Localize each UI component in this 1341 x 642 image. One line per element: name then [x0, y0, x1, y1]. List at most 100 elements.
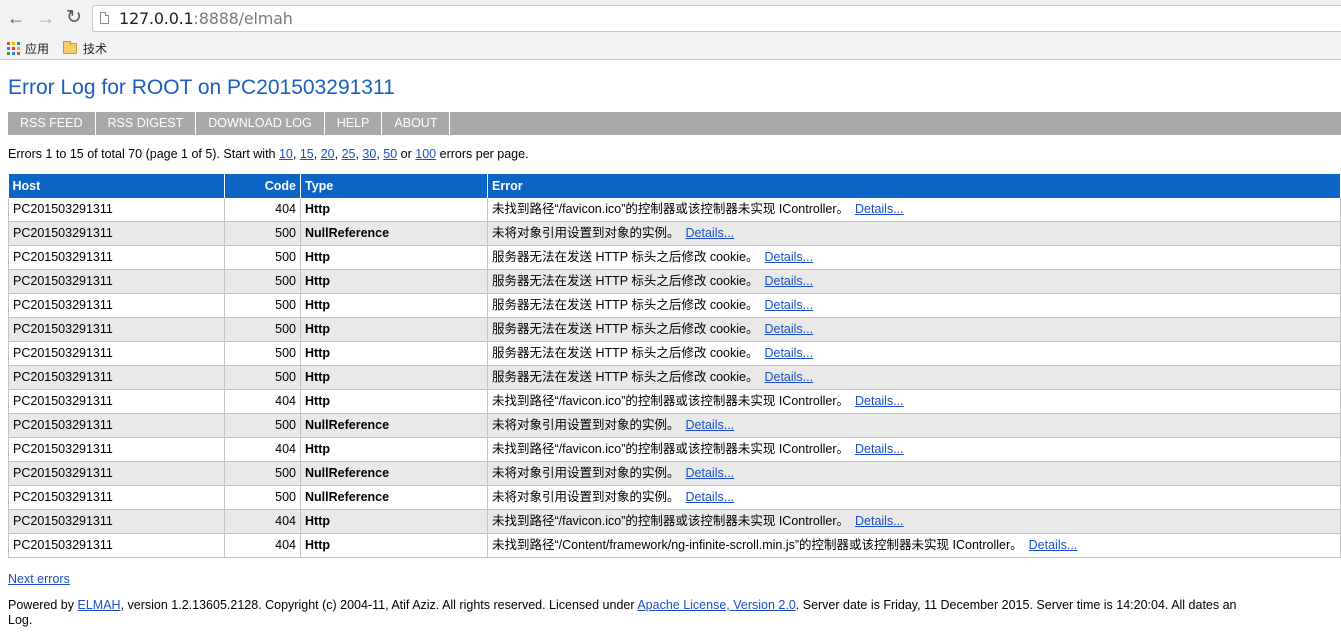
- cell-code: 500: [224, 293, 301, 318]
- error-message: 服务器无法在发送 HTTP 标头之后修改 cookie。: [492, 250, 759, 264]
- cell-error: 未找到路径“/favicon.ico”的控制器或该控制器未实现 IControl…: [487, 198, 1341, 222]
- cell-host: PC201503291311: [8, 341, 225, 366]
- footer-version-text: , version 1.2.13605.2128. Copyright (c) …: [120, 598, 635, 612]
- cell-host: PC201503291311: [8, 365, 225, 390]
- cell-code: 404: [224, 533, 301, 558]
- page-size-20-link[interactable]: 20: [321, 147, 335, 161]
- back-arrow-icon[interactable]: ←: [6, 8, 26, 28]
- cell-error: 未将对象引用设置到对象的实例。 Details...: [487, 413, 1341, 438]
- cell-code: 500: [224, 317, 301, 342]
- cell-error: 服务器无法在发送 HTTP 标头之后修改 cookie。 Details...: [487, 365, 1341, 390]
- details-link[interactable]: Details...: [855, 394, 904, 408]
- help-link[interactable]: HELP: [325, 112, 383, 135]
- cell-type: Http: [300, 341, 488, 366]
- cell-type: Http: [300, 509, 488, 534]
- folder-icon: [63, 40, 77, 54]
- table-row: PC201503291311 500 NullReference 未将对象引用设置到对…: [8, 485, 1341, 510]
- footer: Powered by ELMAH, version 1.2.13605.2128…: [8, 598, 1341, 628]
- error-message: 未找到路径“/favicon.ico”的控制器或该控制器未实现 IControl…: [492, 394, 849, 408]
- license-link[interactable]: Apache License, Version 2.0: [637, 598, 795, 612]
- header-code: Code: [224, 174, 301, 198]
- summary-prefix: Errors 1 to 15 of total 70 (page 1 of 5)…: [8, 147, 276, 161]
- details-link[interactable]: Details...: [1029, 538, 1078, 552]
- error-message: 未找到路径“/favicon.ico”的控制器或该控制器未实现 IControl…: [492, 514, 849, 528]
- table-row: PC201503291311 404 Http 未找到路径“/Content/fram…: [8, 533, 1341, 558]
- bookmark-folder-tech[interactable]: 技术: [63, 39, 107, 57]
- details-link[interactable]: Details...: [764, 322, 813, 336]
- url-text[interactable]: 127.0.0.1:8888/elmah: [119, 10, 293, 28]
- cell-code: 404: [224, 509, 301, 534]
- cell-host: PC201503291311: [8, 221, 225, 246]
- details-link[interactable]: Details...: [764, 298, 813, 312]
- page-size-100-link[interactable]: 100: [415, 147, 436, 161]
- cell-code: 404: [224, 389, 301, 414]
- details-link[interactable]: Details...: [686, 226, 735, 240]
- forward-arrow-icon[interactable]: →: [36, 8, 56, 28]
- footer-powered-by: Powered by: [8, 598, 75, 612]
- error-message: 未将对象引用设置到对象的实例。: [492, 418, 680, 432]
- table-row: PC201503291311 500 Http 服务器无法在发送 HTTP 标头之后修…: [8, 245, 1341, 270]
- cell-code: 500: [224, 245, 301, 270]
- error-message: 服务器无法在发送 HTTP 标头之后修改 cookie。: [492, 274, 759, 288]
- details-link[interactable]: Details...: [855, 442, 904, 456]
- cell-code: 500: [224, 413, 301, 438]
- bookmark-apps[interactable]: 应用: [7, 39, 49, 57]
- cell-type: Http: [300, 198, 488, 222]
- cell-host: PC201503291311: [8, 485, 225, 510]
- bookmark-folder-label: 技术: [83, 41, 108, 56]
- table-row: PC201503291311 404 Http 未找到路径“/favicon.ico”…: [8, 389, 1341, 414]
- cell-error: 服务器无法在发送 HTTP 标头之后修改 cookie。 Details...: [487, 341, 1341, 366]
- rss-digest-link[interactable]: RSS DIGEST: [96, 112, 197, 135]
- error-message: 未将对象引用设置到对象的实例。: [492, 490, 680, 504]
- address-bar[interactable]: 127.0.0.1:8888/elmah: [92, 5, 1341, 32]
- footer-line-1: Powered by ELMAH, version 1.2.13605.2128…: [8, 598, 1341, 613]
- details-link[interactable]: Details...: [764, 250, 813, 264]
- details-link[interactable]: Details...: [855, 514, 904, 528]
- cell-type: Http: [300, 269, 488, 294]
- details-link[interactable]: Details...: [686, 466, 735, 480]
- page-size-50-link[interactable]: 50: [383, 147, 397, 161]
- page-size-30-link[interactable]: 30: [362, 147, 376, 161]
- footer-server-text: . Server date is Friday, 11 December 201…: [795, 598, 1237, 612]
- next-errors-link[interactable]: Next errors: [8, 571, 70, 587]
- cell-code: 500: [224, 365, 301, 390]
- page-size-10-link[interactable]: 10: [279, 147, 293, 161]
- details-link[interactable]: Details...: [764, 370, 813, 384]
- page-size-15-link[interactable]: 15: [300, 147, 314, 161]
- page-summary: Errors 1 to 15 of total 70 (page 1 of 5)…: [8, 147, 529, 161]
- cell-host: PC201503291311: [8, 198, 225, 222]
- cell-type: Http: [300, 437, 488, 462]
- table-row: PC201503291311 404 Http 未找到路径“/favicon.ico”…: [8, 198, 1341, 222]
- cell-host: PC201503291311: [8, 533, 225, 558]
- cell-error: 服务器无法在发送 HTTP 标头之后修改 cookie。 Details...: [487, 269, 1341, 294]
- cell-code: 500: [224, 461, 301, 486]
- cell-host: PC201503291311: [8, 437, 225, 462]
- about-link[interactable]: ABOUT: [382, 112, 451, 135]
- details-link[interactable]: Details...: [764, 346, 813, 360]
- cell-type: NullReference: [300, 461, 488, 486]
- page-size-25-link[interactable]: 25: [342, 147, 356, 161]
- details-link[interactable]: Details...: [686, 490, 735, 504]
- url-path: :8888/elmah: [193, 9, 293, 28]
- cell-error: 未找到路径“/favicon.ico”的控制器或该控制器未实现 IControl…: [487, 437, 1341, 462]
- cell-error: 服务器无法在发送 HTTP 标头之后修改 cookie。 Details...: [487, 245, 1341, 270]
- header-error: Error: [487, 174, 1341, 198]
- download-log-link[interactable]: DOWNLOAD LOG: [196, 112, 325, 135]
- error-message: 服务器无法在发送 HTTP 标头之后修改 cookie。: [492, 322, 759, 336]
- details-link[interactable]: Details...: [855, 202, 904, 216]
- elmah-link[interactable]: ELMAH: [78, 598, 121, 612]
- cell-code: 404: [224, 198, 301, 222]
- cell-host: PC201503291311: [8, 389, 225, 414]
- cell-code: 500: [224, 341, 301, 366]
- details-link[interactable]: Details...: [686, 418, 735, 432]
- reload-icon[interactable]: ↻: [64, 8, 84, 28]
- header-type: Type: [300, 174, 488, 198]
- details-link[interactable]: Details...: [764, 274, 813, 288]
- cell-error: 未找到路径“/favicon.ico”的控制器或该控制器未实现 IControl…: [487, 389, 1341, 414]
- table-row: PC201503291311 404 Http 未找到路径“/favicon.ico”…: [8, 509, 1341, 534]
- cell-error: 服务器无法在发送 HTTP 标头之后修改 cookie。 Details...: [487, 293, 1341, 318]
- cell-type: NullReference: [300, 413, 488, 438]
- error-message: 未找到路径“/favicon.ico”的控制器或该控制器未实现 IControl…: [492, 442, 849, 456]
- rss-feed-link[interactable]: RSS FEED: [8, 112, 96, 135]
- cell-host: PC201503291311: [8, 245, 225, 270]
